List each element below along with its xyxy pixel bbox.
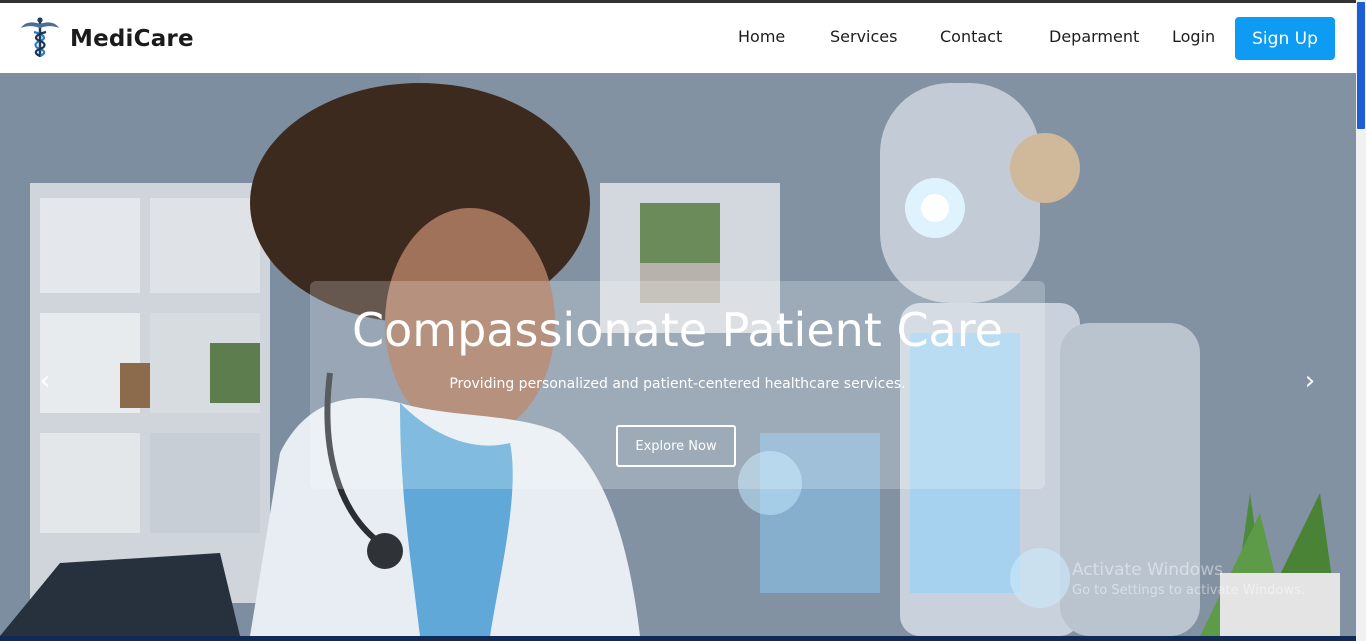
nav-links: Home Services Contact Deparment Login Si… bbox=[0, 3, 1356, 73]
page-scrollbar[interactable] bbox=[1356, 0, 1366, 641]
nav-department[interactable]: Deparment bbox=[1049, 27, 1139, 46]
explore-now-button[interactable]: Explore Now bbox=[616, 425, 736, 467]
hero-subtitle: Providing personalized and patient-cente… bbox=[449, 376, 906, 392]
nav-contact[interactable]: Contact bbox=[940, 27, 1002, 46]
hero-caption: Compassionate Patient Care Providing per… bbox=[310, 281, 1045, 489]
chevron-right-icon[interactable]: › bbox=[1298, 366, 1322, 396]
hero-title: Compassionate Patient Care bbox=[352, 303, 1003, 357]
windows-activation-watermark: Activate Windows Go to Settings to activ… bbox=[1072, 560, 1305, 598]
next-section-edge bbox=[0, 636, 1356, 641]
signup-button[interactable]: Sign Up bbox=[1235, 17, 1335, 60]
watermark-title: Activate Windows bbox=[1072, 560, 1223, 580]
nav-home[interactable]: Home bbox=[738, 27, 785, 46]
chevron-left-icon[interactable]: ‹ bbox=[33, 366, 57, 396]
scrollbar-thumb[interactable] bbox=[1357, 2, 1365, 129]
hero-carousel: Compassionate Patient Care Providing per… bbox=[0, 73, 1356, 636]
nav-login[interactable]: Login bbox=[1172, 27, 1215, 46]
watermark-subtitle: Go to Settings to activate Windows. bbox=[1072, 583, 1305, 598]
nav-services[interactable]: Services bbox=[830, 27, 897, 46]
